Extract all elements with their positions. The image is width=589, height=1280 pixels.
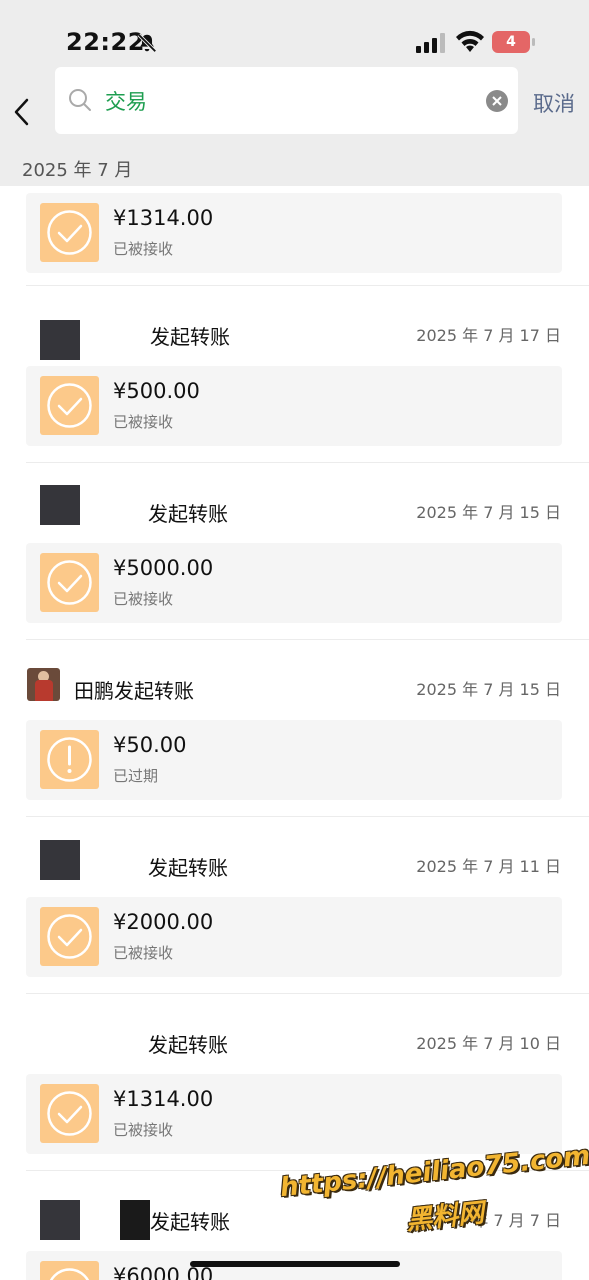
check-circle-icon <box>47 210 92 255</box>
bell-muted-icon <box>137 33 157 53</box>
status-bar: 22:22 4 <box>0 0 589 62</box>
transaction-item[interactable]: ¥1314.00 已被接收 <box>0 186 589 284</box>
transfer-card[interactable]: ¥5000.00 已被接收 <box>26 543 562 623</box>
search-input-value[interactable]: 交易 <box>105 86 147 116</box>
search-field[interactable]: 交易 <box>55 67 518 134</box>
transaction-item[interactable]: 田鹏发起转账 2025 年 7 月 15 日 ¥50.00 已过期 <box>0 640 589 817</box>
cellular-signal-icon <box>416 33 445 53</box>
check-circle-icon <box>47 914 92 959</box>
exclamation-circle-icon <box>47 737 92 782</box>
back-chevron-icon[interactable] <box>10 96 34 130</box>
transfer-status: 已被接收 <box>113 1121 174 1139</box>
transfer-amount: ¥50.00 <box>113 733 187 757</box>
battery-icon: 4 <box>492 31 536 55</box>
avatar-redacted[interactable] <box>40 485 80 525</box>
transaction-date: 2025 年 7 月 15 日 <box>416 680 561 699</box>
transfer-status-badge <box>40 907 99 966</box>
transfer-card[interactable]: ¥2000.00 已被接收 <box>26 897 562 977</box>
transaction-title: 发起转账 <box>150 1210 230 1234</box>
transaction-title: 田鹏发起转账 <box>74 679 194 703</box>
transaction-date: 2025 年 7 月 10 日 <box>416 1034 561 1053</box>
transfer-amount: ¥500.00 <box>113 379 200 403</box>
transfer-status-badge <box>40 730 99 789</box>
transaction-date: 2025 年 7 月 15 日 <box>416 503 561 522</box>
transaction-item[interactable]: 发起转账 2025 年 7 月 17 日 ¥500.00 已被接收 <box>0 286 589 463</box>
transaction-list[interactable]: ¥1314.00 已被接收 发起转账 2025 年 7 月 17 日 ¥500.… <box>0 186 589 1280</box>
cancel-button[interactable]: 取消 <box>533 88 575 118</box>
transaction-item[interactable]: 发起转账 2025 年 7 月 15 日 ¥5000.00 已被接收 <box>0 463 589 640</box>
transfer-amount: ¥1314.00 <box>113 206 214 230</box>
transaction-date: 2025 年 7 月 11 日 <box>416 857 561 876</box>
transfer-status-badge <box>40 1084 99 1143</box>
transaction-title: 发起转账 <box>150 325 230 349</box>
transfer-status: 已被接收 <box>113 590 174 608</box>
status-time: 22:22 <box>66 28 145 56</box>
avatar-redacted[interactable] <box>40 320 80 360</box>
transfer-card[interactable]: ¥50.00 已过期 <box>26 720 562 800</box>
avatar-redacted <box>120 1200 150 1240</box>
transaction-title: 发起转账 <box>148 856 228 880</box>
transfer-card[interactable]: ¥1314.00 已被接收 <box>26 193 562 273</box>
month-label: 2025 年 7 月 <box>22 160 133 181</box>
transaction-item[interactable]: 发起转账 2025 年 7 月 11 日 ¥2000.00 已被接收 <box>0 817 589 994</box>
check-circle-icon <box>47 1091 92 1136</box>
transaction-header: 发起转账 2025 年 7 月 15 日 <box>0 463 589 543</box>
avatar-redacted[interactable] <box>40 1200 80 1240</box>
battery-level: 4 <box>506 34 516 50</box>
transaction-title: 发起转账 <box>148 502 228 526</box>
month-section-header: 2025 年 7 月 <box>0 150 589 186</box>
watermark-site-name: 黑料网 <box>404 1198 486 1237</box>
clear-search-icon[interactable] <box>485 89 509 113</box>
transaction-header: 发起转账 2025 年 7 月 11 日 <box>0 817 589 897</box>
transfer-status-badge <box>40 203 99 262</box>
transfer-amount: ¥1314.00 <box>113 1087 214 1111</box>
check-circle-icon <box>49 1268 90 1280</box>
home-indicator[interactable] <box>190 1261 400 1267</box>
transfer-status-badge <box>40 553 99 612</box>
transfer-status-badge <box>40 376 99 435</box>
transaction-item[interactable]: 发起转账 2025 年 7 月 10 日 ¥1314.00 已被接收 <box>0 994 589 1171</box>
transfer-status: 已过期 <box>113 767 159 785</box>
transfer-card[interactable]: ¥500.00 已被接收 <box>26 366 562 446</box>
transaction-title: 发起转账 <box>148 1033 228 1057</box>
check-circle-icon <box>47 560 92 605</box>
transaction-header: 发起转账 2025 年 7 月 17 日 <box>0 286 589 366</box>
transfer-status: 已被接收 <box>113 240 174 258</box>
search-icon <box>69 89 91 111</box>
transaction-header: 田鹏发起转账 2025 年 7 月 15 日 <box>0 640 589 720</box>
transaction-header: 发起转账 2025 年 7 月 10 日 <box>0 994 589 1074</box>
check-circle-icon <box>47 383 92 428</box>
wifi-icon <box>456 30 484 52</box>
transfer-amount: ¥5000.00 <box>113 556 214 580</box>
transfer-status: 已被接收 <box>113 944 174 962</box>
transfer-card[interactable]: ¥1314.00 已被接收 <box>26 1074 562 1154</box>
transfer-amount: ¥2000.00 <box>113 910 214 934</box>
avatar[interactable] <box>27 668 60 701</box>
transfer-status-badge <box>40 1261 99 1280</box>
transfer-status: 已被接收 <box>113 413 174 431</box>
transaction-date: 2025 年 7 月 17 日 <box>416 326 561 345</box>
avatar-redacted[interactable] <box>40 840 80 880</box>
